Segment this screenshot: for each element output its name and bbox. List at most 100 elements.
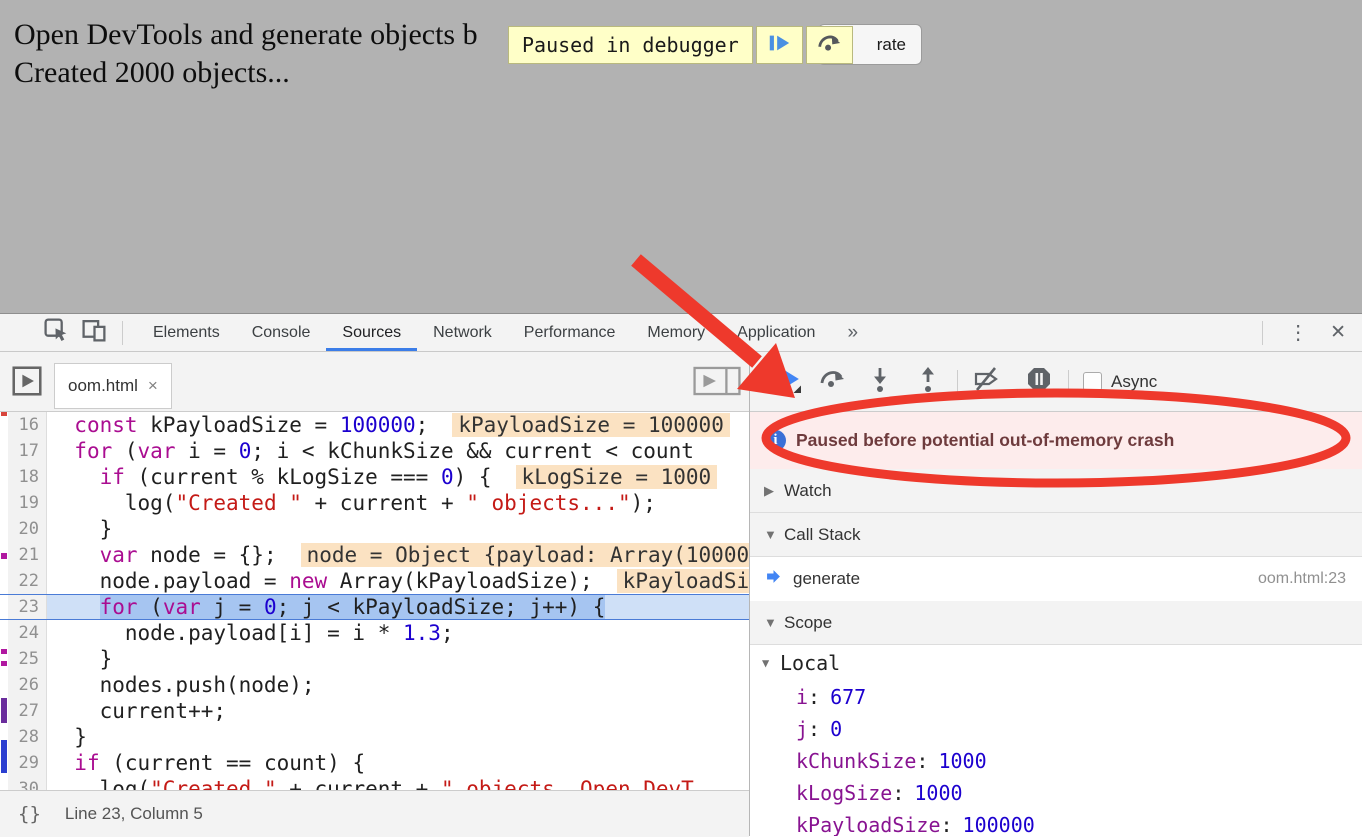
code-line[interactable]: const kPayloadSize = 100000;kPayloadSize… xyxy=(47,412,749,438)
code-line[interactable]: node.payload[i] = i * 1.3; xyxy=(47,620,749,646)
inspect-element-button[interactable] xyxy=(42,319,70,347)
frame-function: generate xyxy=(793,569,860,589)
gutter-line-number[interactable]: 27 xyxy=(0,698,47,724)
disclosure-expanded-icon: ▼ xyxy=(762,656,780,670)
code-row: 27 current++; xyxy=(0,698,749,724)
tab-network[interactable]: Network xyxy=(417,314,508,351)
scope-section-header[interactable]: ▼ Scope xyxy=(750,601,1362,645)
tab-memory[interactable]: Memory xyxy=(631,314,721,351)
code-row: 18 if (current % kLogSize === 0) {kLogSi… xyxy=(0,464,749,490)
status-bar: {} Line 23, Column 5 xyxy=(0,790,749,837)
overlay-step-over-button[interactable] xyxy=(806,26,853,64)
code-line[interactable]: for (var i = 0; i < kChunkSize && curren… xyxy=(47,438,749,464)
async-checkbox[interactable] xyxy=(1083,372,1102,391)
gutter-line-number[interactable]: 17 xyxy=(0,438,47,464)
step-into-button[interactable] xyxy=(865,367,895,397)
watch-section-header[interactable]: ▶ Watch xyxy=(750,469,1362,513)
file-tabbar: oom.html × xyxy=(0,352,749,412)
gutter-line-number[interactable]: 30 xyxy=(0,776,47,790)
gutter-line-number[interactable]: 29 xyxy=(0,750,47,776)
scope-content: ▼ Local i:677j:0kChunkSize:1000kLogSize:… xyxy=(750,645,1362,836)
disclosure-expanded-icon: ▼ xyxy=(764,527,784,542)
current-frame-arrow-icon xyxy=(766,569,781,589)
demo-page: Open DevTools and generate objects b Cre… xyxy=(0,0,1362,313)
var-value: 100000 xyxy=(963,813,1035,836)
deactivate-breakpoints-button[interactable] xyxy=(972,367,1002,397)
code-line[interactable]: nodes.push(node); xyxy=(47,672,749,698)
scope-variable: kPayloadSize:100000 xyxy=(750,809,1362,836)
gutter-line-number[interactable]: 26 xyxy=(0,672,47,698)
debugger-sidebar-toggle-button[interactable] xyxy=(693,366,741,396)
pretty-print-icon[interactable]: {} xyxy=(18,803,41,825)
edge-mark xyxy=(1,698,7,723)
step-out-icon xyxy=(914,365,942,398)
edge-mark xyxy=(1,553,7,559)
devtools-panel: ElementsConsoleSourcesNetworkPerformance… xyxy=(0,313,1362,836)
gutter-line-number[interactable]: 20 xyxy=(0,516,47,542)
kebab-menu-icon[interactable]: ⋮ xyxy=(1277,320,1319,345)
gutter-line-number[interactable]: 24 xyxy=(0,620,47,646)
inline-value-hint: kLogSize = 1000 xyxy=(516,465,718,489)
page-text-line1: Open DevTools and generate objects b xyxy=(14,18,478,52)
sources-split: oom.html × 16 const kPayloadSize = 10000… xyxy=(0,352,1362,836)
device-toolbar-button[interactable] xyxy=(80,319,108,347)
execution-line: 23 for (var j = 0; j < kPayloadSize; j++… xyxy=(0,594,749,620)
pause-on-exceptions-icon xyxy=(1026,366,1052,397)
step-out-button[interactable] xyxy=(913,367,943,397)
pause-on-exceptions-button[interactable] xyxy=(1024,367,1054,397)
resume-icon xyxy=(767,31,791,60)
var-colon: : xyxy=(892,781,904,805)
code-row: 25 } xyxy=(0,646,749,672)
file-tab[interactable]: oom.html × xyxy=(54,363,172,409)
main-tabs: ElementsConsoleSourcesNetworkPerformance… xyxy=(137,314,831,351)
code-editor[interactable]: 16 const kPayloadSize = 100000;kPayloadS… xyxy=(0,412,749,790)
code-line[interactable]: log("Created " + current + " objects..."… xyxy=(47,490,749,516)
var-colon: : xyxy=(916,749,928,773)
code-line[interactable]: } xyxy=(47,724,749,750)
resume-button[interactable] xyxy=(772,367,802,397)
file-tab-close-icon[interactable]: × xyxy=(148,376,158,396)
gutter-line-number[interactable]: 22 xyxy=(0,568,47,594)
code-row: 24 node.payload[i] = i * 1.3; xyxy=(0,620,749,646)
gutter-line-number[interactable]: 18 xyxy=(0,464,47,490)
call-stack-section-header[interactable]: ▼ Call Stack xyxy=(750,513,1362,557)
code-line[interactable]: } xyxy=(47,516,749,542)
toolbar-divider xyxy=(1262,321,1263,345)
code-line[interactable]: if (current == count) { xyxy=(47,750,749,776)
gutter-line-number[interactable]: 21 xyxy=(0,542,47,568)
var-value: 1000 xyxy=(914,781,962,805)
code-line[interactable]: } xyxy=(47,646,749,672)
device-toolbar-icon xyxy=(81,317,108,349)
step-over-button[interactable] xyxy=(817,367,847,397)
code-row: 28 } xyxy=(0,724,749,750)
var-value: 1000 xyxy=(938,749,986,773)
gutter-line-number[interactable]: 16 xyxy=(0,412,47,438)
edge-mark xyxy=(1,649,7,654)
scope-local-row[interactable]: ▼ Local xyxy=(750,645,1362,681)
more-tabs-button[interactable]: » xyxy=(831,314,874,351)
paused-message: i Paused before potential out-of-memory … xyxy=(750,412,1362,469)
async-label[interactable]: Async xyxy=(1111,372,1157,392)
code-line[interactable]: current++; xyxy=(47,698,749,724)
local-scope-label: Local xyxy=(780,651,840,675)
navigator-toggle-button[interactable] xyxy=(12,366,42,396)
code-line[interactable]: if (current % kLogSize === 0) {kLogSize … xyxy=(47,464,749,490)
close-devtools-icon[interactable]: ✕ xyxy=(1319,321,1362,344)
gutter-line-number[interactable]: 23 xyxy=(0,595,47,619)
tab-application[interactable]: Application xyxy=(721,314,831,351)
code-line[interactable]: var node = {};node = Object {payload: Ar… xyxy=(47,542,749,568)
overlay-resume-button[interactable] xyxy=(756,26,803,64)
gutter-line-number[interactable]: 25 xyxy=(0,646,47,672)
code-line[interactable]: log("Created " + current + " objects. Op… xyxy=(47,776,749,790)
tab-console[interactable]: Console xyxy=(236,314,327,351)
scope-variable: i:677 xyxy=(750,681,1362,713)
tab-elements[interactable]: Elements xyxy=(137,314,236,351)
gutter-line-number[interactable]: 19 xyxy=(0,490,47,516)
tab-sources[interactable]: Sources xyxy=(326,314,417,351)
code-line[interactable]: for (var j = 0; j < kPayloadSize; j++) { xyxy=(47,595,749,619)
code-line[interactable]: node.payload = new Array(kPayloadSize);k… xyxy=(47,568,749,594)
call-stack-frame[interactable]: generateoom.html:23 xyxy=(750,557,1362,601)
gutter-line-number[interactable]: 28 xyxy=(0,724,47,750)
tab-performance[interactable]: Performance xyxy=(508,314,632,351)
step-over-icon xyxy=(818,365,846,398)
